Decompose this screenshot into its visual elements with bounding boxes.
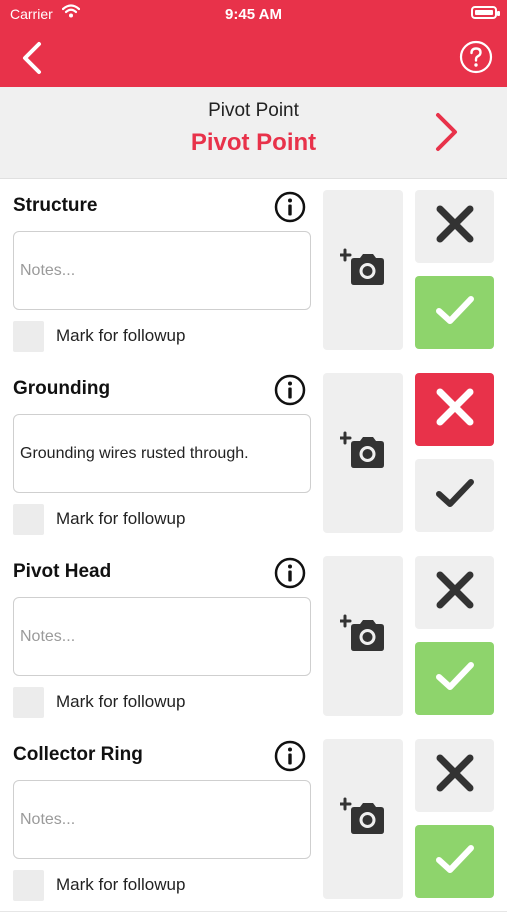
fail-button[interactable] bbox=[415, 556, 494, 629]
close-icon bbox=[435, 570, 475, 615]
info-icon bbox=[274, 191, 306, 227]
navigation-bar bbox=[0, 30, 507, 87]
fail-button[interactable] bbox=[415, 373, 494, 446]
close-icon bbox=[435, 753, 475, 798]
question-circle-icon bbox=[459, 40, 493, 74]
info-button[interactable] bbox=[274, 557, 306, 589]
inspection-item: Grounding Grounding wires rusted through.… bbox=[0, 362, 507, 546]
add-photo-icon bbox=[338, 248, 386, 293]
inspection-item: Pivot Head Notes... Mark for followup bbox=[0, 545, 507, 729]
followup-checkbox[interactable] bbox=[13, 870, 44, 901]
status-time: 9:45 AM bbox=[225, 6, 282, 23]
back-button[interactable] bbox=[14, 38, 54, 78]
next-section-button[interactable] bbox=[428, 109, 464, 155]
notes-field[interactable]: Notes... bbox=[13, 780, 311, 859]
add-photo-icon bbox=[338, 431, 386, 476]
followup-label: Mark for followup bbox=[56, 692, 186, 711]
item-title: Grounding bbox=[13, 378, 111, 399]
followup-checkbox[interactable] bbox=[13, 321, 44, 352]
close-icon bbox=[435, 387, 475, 432]
add-photo-button[interactable] bbox=[323, 739, 403, 899]
followup-label: Mark for followup bbox=[56, 509, 186, 528]
followup-checkbox[interactable] bbox=[13, 504, 44, 535]
info-icon bbox=[274, 374, 306, 410]
notes-field[interactable]: Notes... bbox=[13, 597, 311, 676]
add-photo-icon bbox=[338, 614, 386, 659]
notes-field[interactable]: Grounding wires rusted through. bbox=[13, 414, 311, 493]
pass-button[interactable] bbox=[415, 642, 494, 715]
notes-field[interactable]: Notes... bbox=[13, 231, 311, 310]
info-button[interactable] bbox=[274, 740, 306, 772]
section-header: Pivot Point Pivot Point bbox=[0, 87, 507, 179]
info-icon bbox=[274, 557, 306, 593]
item-title: Pivot Head bbox=[13, 561, 112, 582]
add-photo-button[interactable] bbox=[323, 373, 403, 533]
info-button[interactable] bbox=[274, 374, 306, 406]
item-title: Collector Ring bbox=[13, 744, 143, 765]
followup-label: Mark for followup bbox=[56, 326, 186, 345]
battery-icon bbox=[471, 6, 500, 19]
close-icon bbox=[435, 204, 475, 249]
checkmark-icon bbox=[435, 843, 475, 880]
chevron-left-icon bbox=[23, 42, 41, 74]
followup-checkbox[interactable] bbox=[13, 687, 44, 718]
add-photo-button[interactable] bbox=[323, 190, 403, 350]
item-title: Structure bbox=[13, 195, 98, 216]
pass-button[interactable] bbox=[415, 276, 494, 349]
fail-button[interactable] bbox=[415, 739, 494, 812]
checkmark-icon bbox=[435, 294, 475, 331]
checkmark-icon bbox=[435, 660, 475, 697]
add-photo-icon bbox=[338, 797, 386, 842]
followup-label: Mark for followup bbox=[56, 875, 186, 894]
add-photo-button[interactable] bbox=[323, 556, 403, 716]
info-icon bbox=[274, 740, 306, 776]
chevron-right-icon bbox=[436, 113, 457, 151]
info-button[interactable] bbox=[274, 191, 306, 223]
pass-button[interactable] bbox=[415, 459, 494, 532]
fail-button[interactable] bbox=[415, 190, 494, 263]
pass-button[interactable] bbox=[415, 825, 494, 898]
status-bar: Carrier 9:45 AM bbox=[0, 0, 507, 30]
help-button[interactable] bbox=[459, 40, 493, 74]
inspection-item: Structure Notes... Mark for followup bbox=[0, 179, 507, 363]
checkmark-icon bbox=[435, 477, 475, 514]
inspection-item: Collector Ring Notes... Mark for followup bbox=[0, 728, 507, 912]
